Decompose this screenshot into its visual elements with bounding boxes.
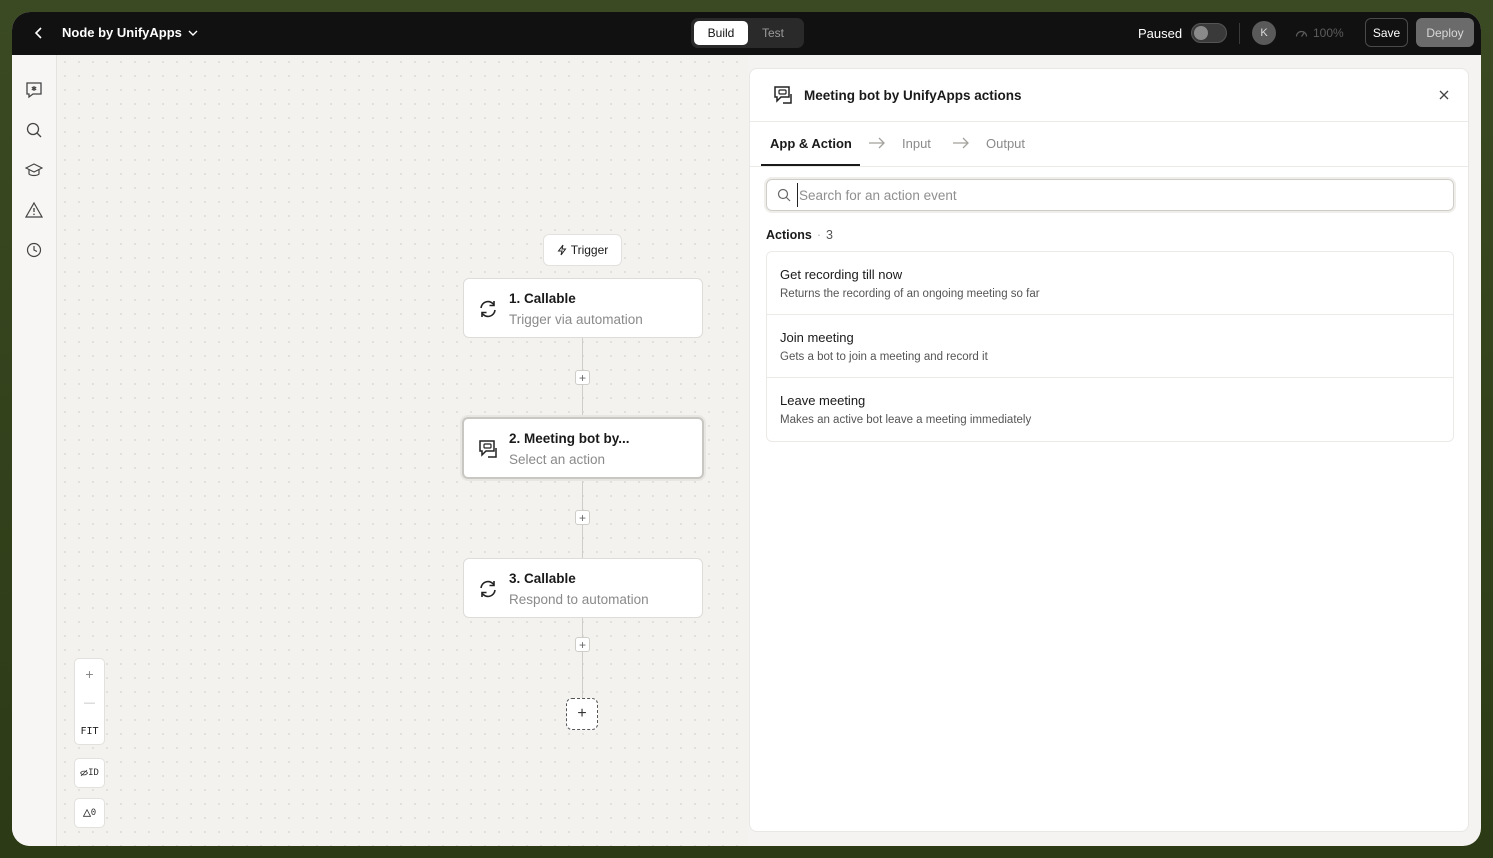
action-description: Gets a bot to join a meeting and record … — [780, 351, 988, 363]
chat-sparkle-icon — [26, 82, 42, 99]
close-icon — [1439, 90, 1449, 100]
node-title: 3. Callable — [509, 571, 576, 586]
rail-learn-button[interactable] — [24, 160, 44, 180]
sync-icon — [480, 300, 496, 318]
node-icon — [476, 437, 500, 461]
search-icon — [26, 122, 42, 138]
warning-icon — [82, 809, 91, 817]
id-toggle-label: ID — [88, 768, 99, 778]
action-name: Leave meeting — [780, 393, 866, 408]
sync-icon — [480, 580, 496, 598]
actions-panel: Meeting bot by UnifyApps actions App & A… — [749, 68, 1469, 832]
test-tab[interactable]: Test — [748, 21, 798, 45]
list-item[interactable]: Get recording till now Returns the recor… — [767, 252, 1453, 315]
deploy-button[interactable]: Deploy — [1416, 18, 1474, 47]
workflow-title-dropdown[interactable]: Node by UnifyApps — [62, 25, 198, 40]
actions-label: Actions — [766, 228, 812, 242]
meeting-bot-icon — [774, 86, 792, 104]
lightning-icon — [557, 244, 567, 256]
app-window: Node by UnifyApps Build Test Paused K 10… — [12, 12, 1481, 846]
meeting-bot-icon — [479, 440, 497, 458]
panel-header: Meeting bot by UnifyApps actions — [750, 69, 1468, 122]
left-rail — [12, 55, 57, 846]
performance-readout: 100% — [1295, 26, 1344, 40]
actions-heading: Actions · 3 — [766, 228, 833, 242]
node-subtitle: Select an action — [509, 452, 606, 467]
active-tab-indicator — [761, 164, 860, 166]
tab-input[interactable]: Input — [902, 136, 931, 151]
tab-output[interactable]: Output — [986, 136, 1025, 151]
zoom-controls: + — FIT — [74, 658, 105, 745]
action-description: Makes an active bot leave a meeting imme… — [780, 414, 1032, 426]
paused-toggle[interactable] — [1191, 23, 1227, 43]
list-item[interactable]: Join meeting Gets a bot to join a meetin… — [767, 315, 1453, 378]
connector-line — [582, 618, 583, 698]
node-icon — [476, 297, 500, 321]
list-item[interactable]: Leave meeting Makes an active bot leave … — [767, 378, 1453, 441]
rail-history-button[interactable] — [24, 240, 44, 260]
divider — [1239, 23, 1240, 44]
app-icon — [772, 84, 794, 106]
arrow-right-icon — [953, 137, 969, 149]
workflow-title: Node by UnifyApps — [62, 25, 182, 40]
mode-toggle: Build Test — [691, 18, 804, 48]
search-input[interactable] — [797, 183, 1437, 207]
panel-title: Meeting bot by UnifyApps actions — [804, 88, 1022, 103]
node-title: 2. Meeting bot by... — [509, 431, 630, 446]
separator-dot: · — [816, 228, 822, 242]
warning-icon — [25, 201, 43, 218]
graduation-cap-icon — [25, 163, 43, 177]
workflow-node-3[interactable]: 3. Callable Respond to automation — [463, 558, 703, 618]
add-final-step-button[interactable]: + — [566, 698, 598, 730]
rail-search-button[interactable] — [24, 120, 44, 140]
workflow-canvas[interactable]: Trigger 1. Callable Trigger via automati… — [58, 55, 748, 846]
add-step-button[interactable]: + — [575, 370, 590, 385]
rail-warnings-button[interactable] — [24, 200, 44, 220]
actions-count: 3 — [826, 228, 833, 242]
chevron-down-icon — [188, 30, 198, 36]
chevron-left-icon — [34, 27, 42, 39]
add-step-button[interactable]: + — [575, 510, 590, 525]
arrow-right-icon — [869, 137, 885, 149]
build-tab[interactable]: Build — [694, 21, 748, 45]
gauge-icon — [1295, 30, 1308, 37]
zoom-in-button[interactable]: + — [75, 659, 104, 688]
eye-off-icon — [80, 769, 89, 777]
action-name: Join meeting — [780, 330, 854, 345]
step-tabs: App & Action Input Output — [750, 122, 1468, 167]
node-subtitle: Trigger via automation — [509, 312, 643, 327]
avatar[interactable]: K — [1252, 21, 1276, 45]
fit-button[interactable]: FIT — [75, 717, 104, 746]
trigger-label: Trigger — [570, 243, 609, 257]
top-bar: Node by UnifyApps Build Test Paused K 10… — [12, 12, 1481, 55]
tab-app-action[interactable]: App & Action — [770, 136, 852, 151]
node-title: 1. Callable — [509, 291, 576, 306]
action-name: Get recording till now — [780, 267, 903, 282]
action-list: Get recording till now Returns the recor… — [766, 251, 1454, 442]
toggle-knob — [1194, 26, 1208, 40]
workflow-node-2[interactable]: 2. Meeting bot by... Select an action — [462, 417, 704, 479]
history-icon — [26, 242, 42, 258]
search-icon — [777, 188, 791, 202]
close-panel-button[interactable] — [1436, 87, 1452, 103]
id-toggle-button[interactable]: ID — [74, 758, 105, 788]
warnings-count: 0 — [90, 808, 97, 818]
add-step-button[interactable]: + — [575, 637, 590, 652]
save-button[interactable]: Save — [1365, 18, 1408, 47]
zoom-out-button[interactable]: — — [75, 688, 104, 717]
trigger-chip[interactable]: Trigger — [543, 234, 622, 266]
action-search — [766, 179, 1454, 211]
back-button[interactable] — [30, 24, 48, 42]
warnings-count-button[interactable]: 0 — [74, 798, 105, 828]
rail-ai-button[interactable] — [24, 80, 44, 100]
workflow-node-1[interactable]: 1. Callable Trigger via automation — [463, 278, 703, 338]
action-description: Returns the recording of an ongoing meet… — [780, 288, 1040, 300]
performance-value: 100% — [1313, 26, 1344, 40]
node-icon — [476, 577, 500, 601]
node-subtitle: Respond to automation — [509, 592, 649, 607]
paused-label: Paused — [1138, 26, 1183, 41]
